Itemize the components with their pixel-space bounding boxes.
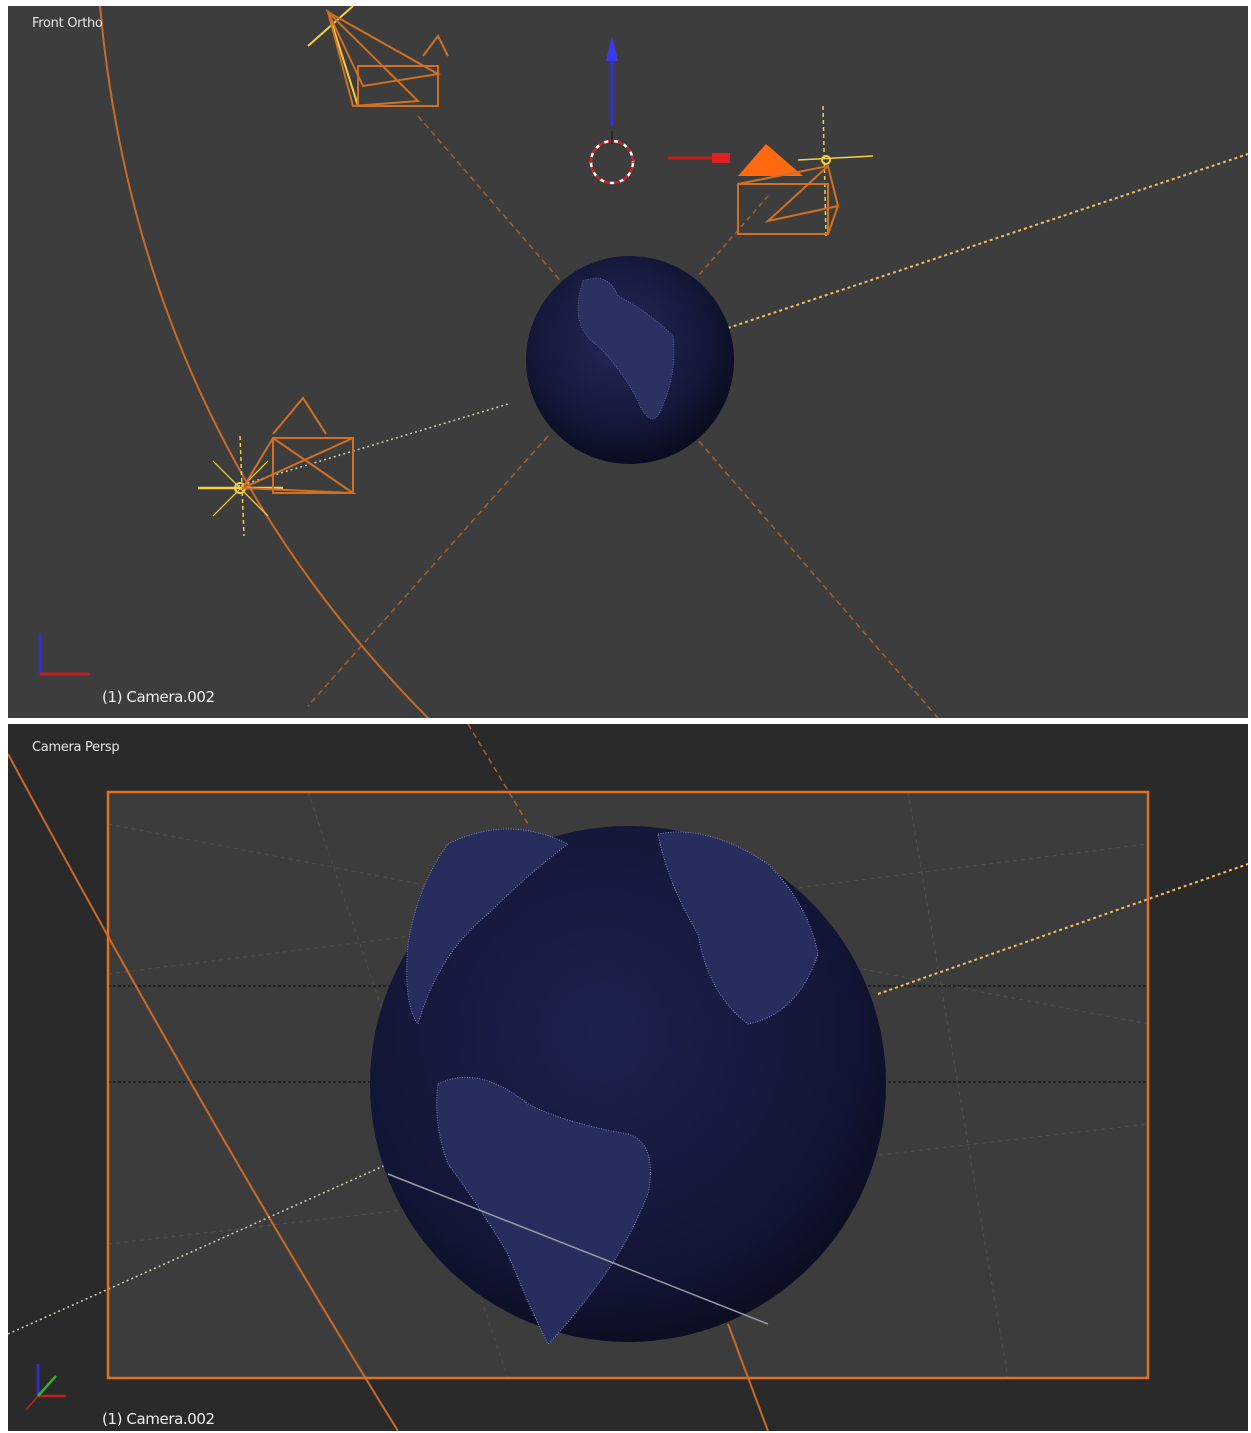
front-ortho-viewport[interactable]: Front Ortho (1) Camera.002 <box>8 6 1248 718</box>
camera-persp-scene[interactable] <box>8 724 1248 1431</box>
camera-icon-selected[interactable] <box>737 105 874 237</box>
3d-cursor-icon[interactable] <box>589 131 635 185</box>
lamp-ray-left <box>237 403 509 487</box>
viewport-title: Front Ortho <box>32 16 103 31</box>
active-object-label: (1) Camera.002 <box>102 688 215 706</box>
guide-line-2 <box>307 435 549 707</box>
axis-orientation-icon <box>38 634 90 676</box>
lamp-ray-top <box>727 153 1248 329</box>
axis-orientation-icon <box>25 1364 66 1411</box>
active-object-label: (1) Camera.002 <box>102 1410 215 1428</box>
camera-icon[interactable] <box>307 6 449 108</box>
camera-persp-viewport[interactable]: Camera Persp (1) Camera.002 <box>8 724 1248 1431</box>
camera-line-upper <box>697 195 769 277</box>
front-ortho-scene[interactable] <box>8 6 1248 718</box>
orbit-path <box>99 6 429 718</box>
viewport-title: Camera Persp <box>32 740 120 755</box>
camera-icon-left[interactable] <box>241 396 357 495</box>
